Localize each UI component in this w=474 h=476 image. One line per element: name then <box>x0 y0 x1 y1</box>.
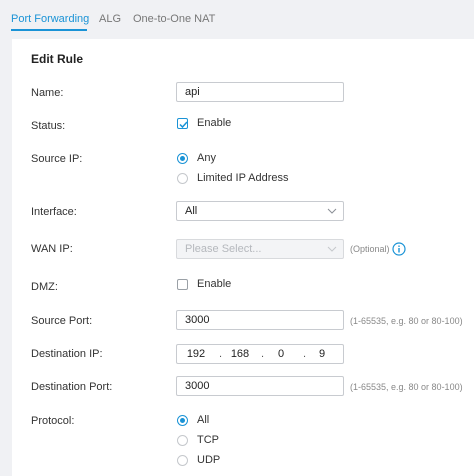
source-port-input[interactable]: 3000 <box>176 310 344 330</box>
protocol-tcp-label: TCP <box>197 434 219 446</box>
name-input[interactable]: api <box>176 82 344 102</box>
dmz-label: DMZ: <box>31 281 58 293</box>
ip-separator: . <box>303 348 307 360</box>
name-label: Name: <box>31 87 64 99</box>
status-enable-label: Enable <box>197 117 232 129</box>
status-label: Status: <box>31 120 66 132</box>
dmz-enable-checkbox[interactable] <box>177 279 188 290</box>
interface-select[interactable]: All <box>176 201 344 221</box>
tab-alg[interactable]: ALG <box>99 13 121 25</box>
ip-octet-2[interactable]: 168 <box>228 348 252 360</box>
dmz-enable-label: Enable <box>197 278 232 290</box>
protocol-udp-label: UDP <box>197 454 221 466</box>
protocol-label: Protocol: <box>31 415 75 427</box>
destination-ip-label: Destination IP: <box>31 348 103 360</box>
ip-octet-4[interactable]: 9 <box>310 348 334 360</box>
interface-label: Interface: <box>31 206 77 218</box>
interface-select-value: All <box>185 205 198 217</box>
ip-separator: . <box>261 348 265 360</box>
ip-octet-1[interactable]: 192 <box>184 348 208 360</box>
protocol-all-label: All <box>197 414 210 426</box>
tab-one-to-one-nat[interactable]: One-to-One NAT <box>133 13 215 25</box>
wan-ip-optional-hint: (Optional) <box>350 244 390 254</box>
source-port-hint: (1-65535, e.g. 80 or 80-100) <box>350 316 463 326</box>
source-port-label: Source Port: <box>31 315 93 327</box>
protocol-tcp-radio[interactable] <box>177 435 188 446</box>
wan-ip-label: WAN IP: <box>31 243 73 255</box>
info-icon[interactable] <box>392 242 406 256</box>
destination-port-label: Destination Port: <box>31 381 113 393</box>
protocol-all-radio[interactable] <box>177 415 188 426</box>
destination-port-input[interactable]: 3000 <box>176 376 344 396</box>
panel-title: Edit Rule <box>31 52 84 66</box>
chevron-down-icon <box>327 208 337 214</box>
source-ip-limited-radio[interactable] <box>177 173 188 184</box>
source-ip-label: Source IP: <box>31 153 83 165</box>
destination-ip-input[interactable]: 192 . 168 . 0 . 9 <box>176 344 344 364</box>
destination-port-hint: (1-65535, e.g. 80 or 80-100) <box>350 382 463 392</box>
active-tab-indicator <box>11 29 87 31</box>
source-ip-any-label: Any <box>197 152 216 164</box>
status-enable-checkbox[interactable] <box>177 118 188 129</box>
protocol-udp-radio[interactable] <box>177 455 188 466</box>
chevron-down-icon <box>327 246 337 252</box>
wan-ip-select[interactable]: Please Select... <box>176 239 344 259</box>
source-ip-limited-label: Limited IP Address <box>197 172 289 184</box>
ip-octet-3[interactable]: 0 <box>269 348 293 360</box>
tab-bar: Port Forwarding ALG One-to-One NAT <box>0 0 474 32</box>
source-ip-any-radio[interactable] <box>177 153 188 164</box>
checkmark-icon <box>179 121 188 129</box>
wan-ip-placeholder: Please Select... <box>185 243 262 255</box>
tab-port-forwarding[interactable]: Port Forwarding <box>11 13 89 25</box>
edit-rule-panel: Edit Rule Name: api Status: Enable Sourc… <box>12 39 474 476</box>
ip-separator: . <box>219 348 223 360</box>
